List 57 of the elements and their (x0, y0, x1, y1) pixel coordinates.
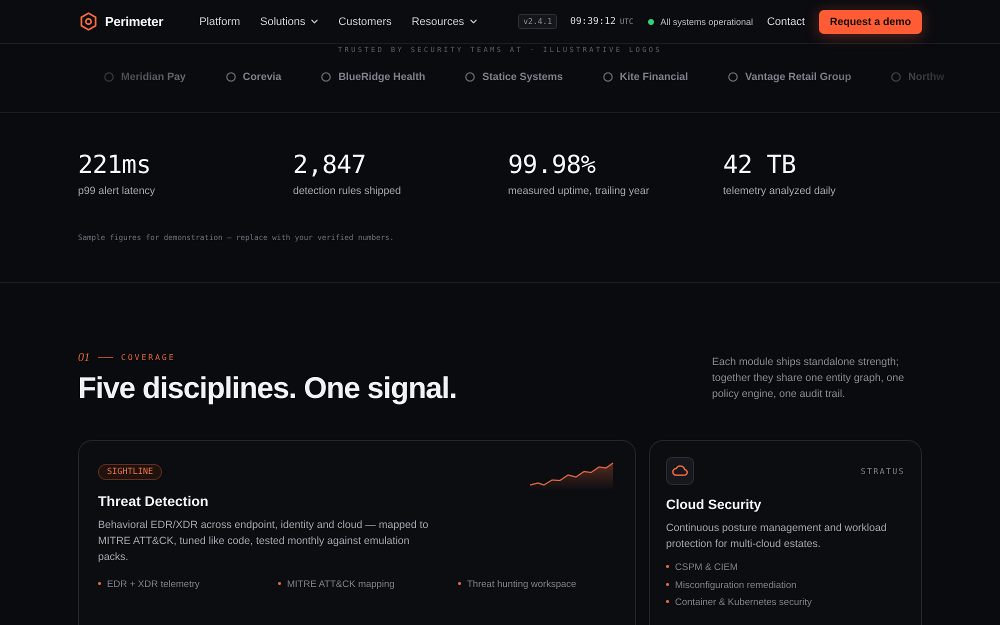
stat-label: measured uptime, trailing year (508, 185, 650, 197)
bullet-dot-icon (98, 582, 101, 586)
feature-item: Misconfiguration remediation (675, 580, 796, 592)
stat-label: p99 alert latency (78, 185, 156, 197)
nav-link[interactable]: Solutions (260, 16, 318, 28)
stat-value: 99.98% (508, 150, 596, 180)
product-tag: SIGHTLINE (98, 464, 162, 480)
card-description: Behavioral EDR/XDR across endpoint, identity and cloud — mapped to MITRE ATT&CK, tuned like code, tested monthly against emulation packs. (98, 518, 430, 565)
feature-item: Container & Kubernetes security (675, 597, 812, 610)
feature-item: CSPM & CIEM (675, 562, 738, 574)
ring-icon (226, 72, 236, 82)
company-logo-name: Kite Financial (620, 71, 688, 83)
stat-value: 42 TB (723, 150, 797, 180)
feature-item: MITRE ATT&CK mapping (287, 579, 395, 592)
bullet-dot-icon (666, 582, 669, 586)
section-eyebrow: COVERAGE (121, 353, 176, 362)
section-heading: Five disciplines. One signal. (78, 371, 457, 407)
hexagon-logo-icon (80, 12, 97, 31)
ring-icon (891, 72, 902, 82)
company-logo-name: Vantage Retail Group (745, 71, 852, 83)
bullet-dot-icon (666, 600, 669, 604)
company-logo-name: Meridian Pay (121, 71, 186, 83)
ring-icon (602, 72, 613, 82)
bullet-dot-icon (278, 582, 281, 586)
stat-value: 2,847 (293, 150, 367, 180)
company-logo-name: Statice Systems (482, 71, 563, 83)
bullet-dot-icon (458, 582, 461, 586)
card-title: Cloud Security (666, 497, 762, 512)
cloud-icon (666, 457, 694, 485)
ring-icon (728, 72, 738, 82)
status-label: All systems operational (660, 16, 753, 26)
ring-icon (465, 72, 476, 82)
nav-link[interactable]: Customers (338, 16, 392, 28)
section-number: 01 (78, 350, 90, 365)
ring-icon (104, 72, 114, 82)
nav-link[interactable]: Platform (199, 16, 240, 28)
dash-line (98, 357, 113, 358)
request-demo-button[interactable]: Request a demo (818, 10, 922, 34)
section-intro: Each module ships standalone strength; together they share one entity graph, one policy engine, one audit trail. (712, 355, 906, 402)
stat-value: 221ms (78, 150, 152, 180)
card-description: Continuous posture management and workload protection for multi-cloud estates. (666, 521, 888, 552)
company-logo-name: Corevia (242, 71, 282, 83)
company-logo-name: BlueRidge Health (338, 71, 426, 83)
feature-item: Threat hunting workspace (467, 579, 576, 592)
company-logo-name: Northw (908, 71, 944, 83)
card-title: Threat Detection (98, 493, 208, 509)
bullet-dot-icon (666, 565, 669, 568)
brand-name: Perimeter (105, 14, 164, 29)
product-tag: STRATUS (860, 467, 905, 476)
contact-link[interactable]: Contact (766, 16, 805, 28)
nav-link[interactable]: Resources (412, 16, 478, 28)
ring-icon (321, 72, 332, 82)
feature-item: EDR + XDR telemetry (107, 579, 200, 592)
stat-label: telemetry analyzed daily (723, 185, 837, 197)
version-tag: v2.4.1 (518, 14, 558, 29)
stat-label: detection rules shipped (293, 185, 402, 197)
clock-time: 09:39:12 (570, 16, 616, 27)
